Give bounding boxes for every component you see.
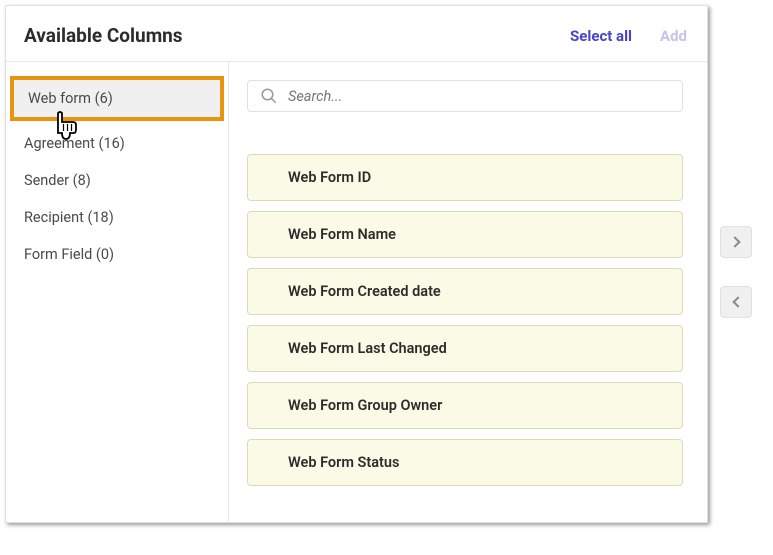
- sidebar-item-form-field[interactable]: Form Field (0): [6, 236, 228, 273]
- panel-header: Available Columns Select all Add: [6, 6, 707, 62]
- sidebar-item-recipient[interactable]: Recipient (18): [6, 199, 228, 236]
- column-item[interactable]: Web Form Status: [247, 439, 683, 486]
- panel-title: Available Columns: [24, 24, 183, 47]
- column-item[interactable]: Web Form Created date: [247, 268, 683, 315]
- column-item-label: Web Form Group Owner: [288, 397, 442, 414]
- column-item-label: Web Form Created date: [288, 283, 441, 300]
- column-item[interactable]: Web Form Last Changed: [247, 325, 683, 372]
- column-item[interactable]: Web Form Name: [247, 211, 683, 258]
- sidebar-item-web-form[interactable]: Web form (6): [10, 76, 224, 121]
- sidebar-item-label: Form Field (0): [24, 246, 114, 263]
- column-item-label: Web Form Last Changed: [288, 340, 447, 357]
- panel-content: Web form (6) Agreement (16) Sender (8) R…: [6, 62, 707, 522]
- header-actions: Select all Add: [570, 27, 687, 45]
- sidebar-item-label: Recipient (18): [24, 209, 114, 226]
- search-input[interactable]: [288, 88, 670, 105]
- chevron-right-icon: [729, 236, 740, 247]
- sidebar: Web form (6) Agreement (16) Sender (8) R…: [6, 62, 229, 522]
- nav-column: [720, 226, 752, 346]
- column-item-label: Web Form ID: [288, 169, 371, 186]
- column-item[interactable]: Web Form Group Owner: [247, 382, 683, 429]
- nav-next-button[interactable]: [720, 226, 752, 258]
- column-item-label: Web Form Name: [288, 226, 396, 243]
- add-button[interactable]: Add: [660, 27, 687, 45]
- main-area: Web Form ID Web Form Name Web Form Creat…: [229, 62, 707, 522]
- sidebar-item-sender[interactable]: Sender (8): [6, 162, 228, 199]
- column-item[interactable]: Web Form ID: [247, 154, 683, 201]
- sidebar-item-label: Web form (6): [28, 90, 113, 107]
- sidebar-item-label: Sender (8): [24, 172, 91, 189]
- sidebar-item-label: Agreement (16): [24, 135, 125, 152]
- nav-prev-button[interactable]: [720, 286, 752, 318]
- available-columns-panel: Available Columns Select all Add Web for…: [5, 5, 708, 523]
- select-all-button[interactable]: Select all: [570, 27, 632, 45]
- search-icon: [260, 87, 278, 105]
- sidebar-item-agreement[interactable]: Agreement (16): [6, 125, 228, 162]
- column-item-label: Web Form Status: [288, 454, 399, 471]
- search-wrap[interactable]: [247, 80, 683, 112]
- chevron-left-icon: [732, 296, 743, 307]
